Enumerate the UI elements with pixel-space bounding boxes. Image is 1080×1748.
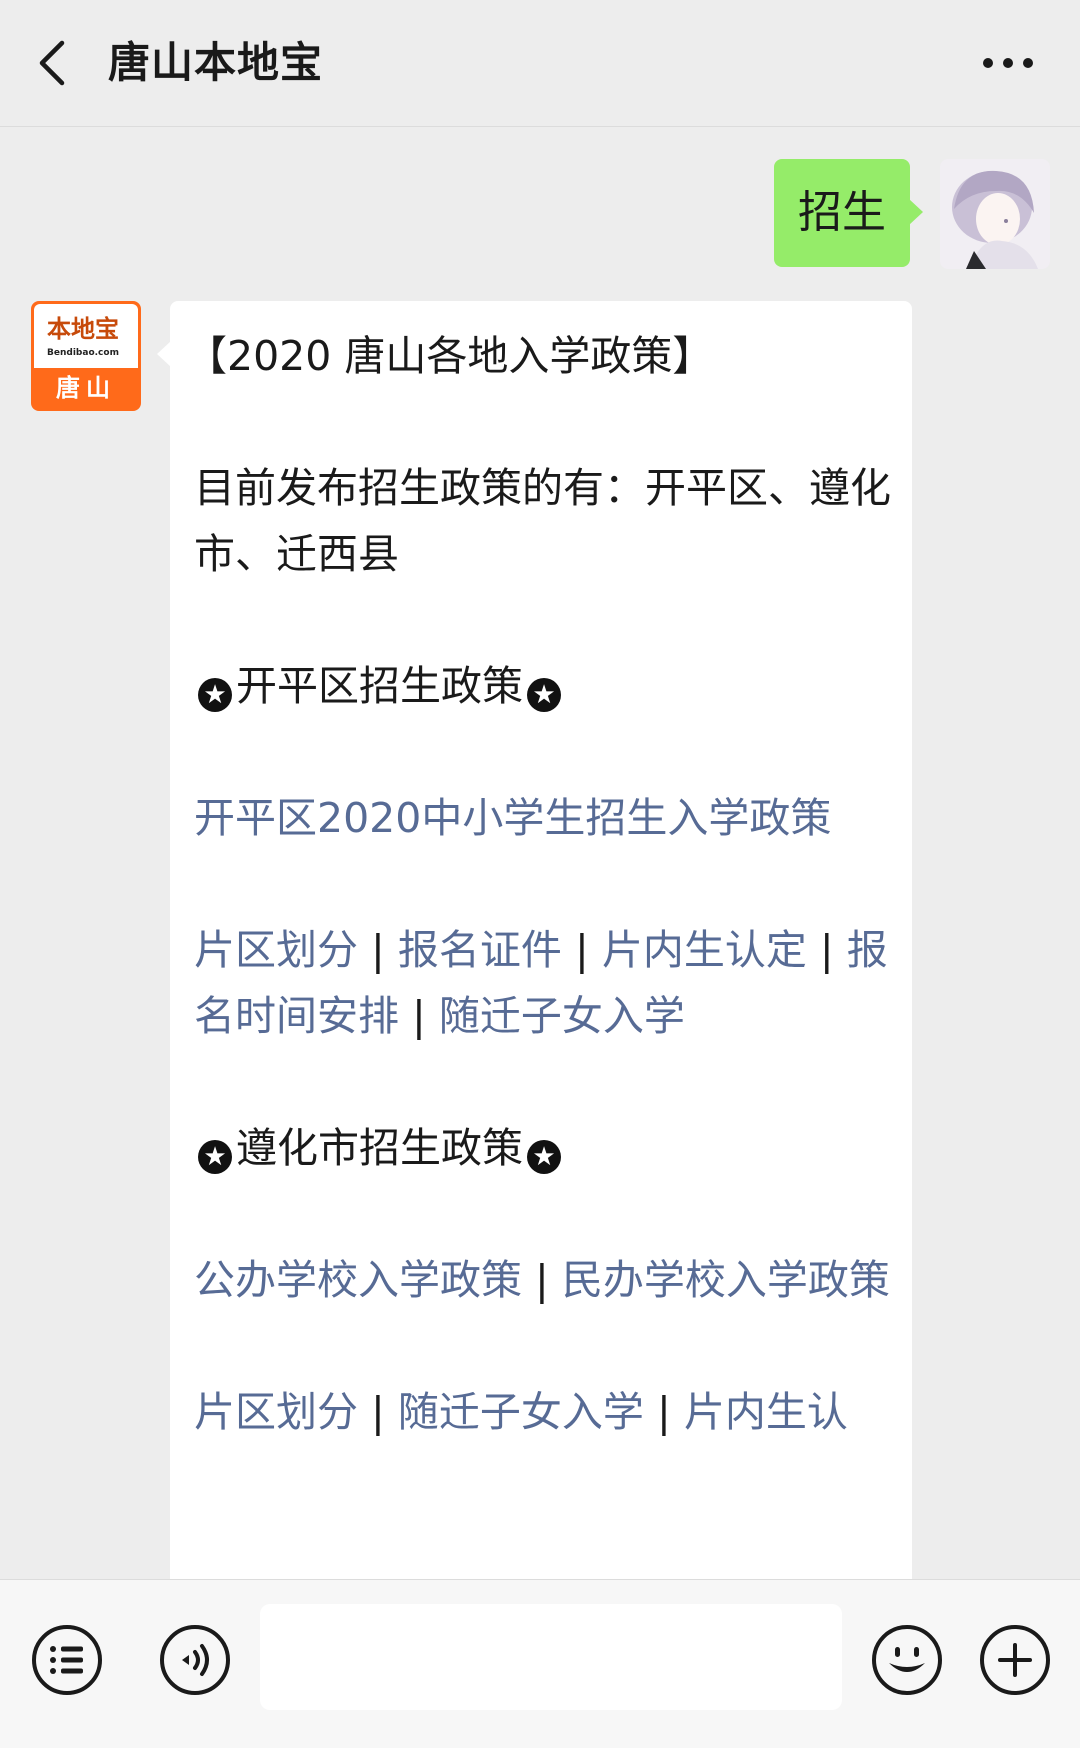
policy-link-paragraph: 公办学校入学政策 | 民办学校入学政策: [194, 1247, 894, 1313]
logo-city: 唐山: [56, 374, 116, 402]
policy-link[interactable]: 民办学校入学政策: [562, 1256, 890, 1304]
section-heading: ★ 遵化市招生政策 ★: [194, 1115, 894, 1181]
star-badge-icon: ★: [198, 1140, 232, 1174]
policy-link[interactable]: 公办学校入学政策: [194, 1256, 522, 1304]
anime-character-avatar-icon: [940, 159, 1050, 269]
user-message-bubble[interactable]: 招生: [774, 159, 923, 267]
topic-link[interactable]: 随迁子女入学: [439, 992, 685, 1040]
star-badge-icon: ★: [527, 678, 561, 712]
link-separator: |: [371, 926, 385, 974]
topic-link[interactable]: 片内生认: [684, 1388, 848, 1436]
chat-title: 唐山本地宝: [108, 38, 324, 87]
link-separator: |: [656, 1388, 671, 1436]
title-bar: 唐山本地宝: [0, 0, 1080, 127]
message-title: 【2020 唐山各地入学政策】: [186, 332, 714, 380]
chat-area[interactable]: 招生 本地宝 Bendibao.com 唐山 【2020 唐山各地入学政策】 目…: [0, 127, 1080, 1579]
user-avatar[interactable]: [940, 159, 1050, 269]
topic-link[interactable]: 片内生认定: [602, 926, 807, 974]
topic-link[interactable]: 片区划分: [194, 926, 358, 974]
topic-link[interactable]: 片区划分: [194, 1388, 358, 1436]
more-dots-icon[interactable]: [978, 46, 1038, 80]
intro-text: 目前发布招生政策的有：开平区、遵化市、迁西县: [194, 464, 891, 578]
link-separator: |: [819, 926, 834, 974]
star-badge-icon: ★: [527, 1140, 561, 1174]
bot-message-bubble[interactable]: 【2020 唐山各地入学政策】 目前发布招生政策的有：开平区、遵化市、迁西县 ★…: [157, 301, 912, 1579]
policy-link[interactable]: 开平区2020中小学生招生入学政策: [194, 794, 831, 842]
chevron-left-icon[interactable]: [30, 33, 80, 93]
link-separator: |: [371, 1388, 385, 1436]
plus-icon[interactable]: [978, 1623, 1052, 1697]
topic-links-paragraph: 片区划分 | 报名证件 | 片内生认定 | 报名时间安排 | 随迁子女入学: [194, 917, 894, 1049]
link-separator: |: [574, 926, 589, 974]
emoji-icon[interactable]: [870, 1623, 944, 1697]
logo-text: 本地宝: [47, 315, 119, 343]
topic-link[interactable]: 报名证件: [398, 926, 562, 974]
section-heading: ★ 开平区招生政策 ★: [194, 653, 894, 719]
input-bar: [0, 1579, 1080, 1748]
logo-url: Bendibao.com: [47, 348, 119, 358]
star-badge-icon: ★: [198, 678, 232, 712]
link-separator: |: [412, 992, 426, 1040]
topic-links-paragraph: 片区划分 | 随迁子女入学 | 片内生认: [194, 1379, 894, 1445]
message-input[interactable]: [260, 1604, 842, 1710]
section-heading-text: 开平区招生政策: [236, 662, 523, 710]
bot-avatar[interactable]: 本地宝 Bendibao.com 唐山: [31, 301, 141, 411]
section-heading-text: 遵化市招生政策: [236, 1124, 523, 1172]
voice-icon[interactable]: [158, 1623, 232, 1697]
topic-link[interactable]: 随迁子女入学: [398, 1388, 644, 1436]
policy-link-paragraph: 开平区2020中小学生招生入学政策: [194, 785, 894, 851]
link-separator: |: [535, 1256, 549, 1304]
list-menu-icon[interactable]: [30, 1623, 104, 1697]
